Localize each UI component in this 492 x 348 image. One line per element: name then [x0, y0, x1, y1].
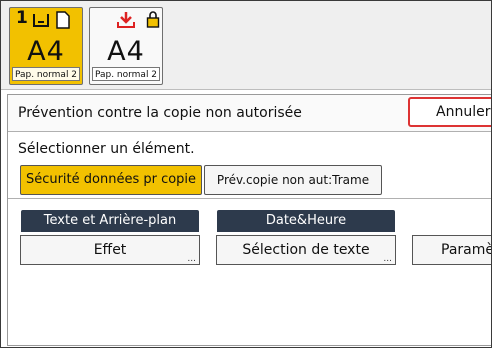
text-background-header: Texte et Arrière-plan [21, 210, 199, 232]
panel-header: Prévention contre la copie non autorisée… [8, 95, 491, 132]
settings-button[interactable]: Paramè [412, 235, 492, 265]
tray-bar: 1 A4 Pap. normal 2 A4 Pap. normal 2 [1, 1, 491, 90]
paper-sheet-icon [56, 11, 70, 29]
copier-screen: 1 A4 Pap. normal 2 A4 Pap. normal 2 Prév… [0, 0, 492, 348]
button-label: Paramè [441, 242, 492, 258]
date-time-header: Date&Heure [217, 210, 395, 232]
button-label: Sélection de texte [242, 242, 370, 258]
tray-1-button[interactable]: 1 A4 Pap. normal 2 [9, 7, 83, 85]
paper-size: A4 [27, 36, 65, 67]
effect-button[interactable]: Effet ... [20, 235, 200, 265]
download-arrow-icon [117, 12, 135, 28]
cancel-button[interactable]: Annuler [408, 97, 491, 127]
button-label: Effet [93, 242, 127, 258]
page-title: Prévention contre la copie non autorisée [18, 105, 302, 121]
pattern-prevention-button[interactable]: Prév.copie non aut:Trame [204, 165, 382, 195]
select-instruction: Sélectionner un élément. [18, 141, 195, 157]
divider [8, 198, 491, 199]
option-label: Prév.copie non aut:Trame [216, 173, 370, 187]
paper-tray-icon [33, 14, 49, 27]
function-panel: Prévention contre la copie non autorisée… [7, 94, 492, 346]
bypass-tray-button[interactable]: A4 Pap. normal 2 [89, 7, 163, 85]
more-indicator: ... [187, 254, 196, 264]
text-selection-button[interactable]: Sélection de texte ... [216, 235, 396, 265]
paper-size: A4 [107, 36, 145, 67]
paper-type: Pap. normal 2 [12, 67, 80, 81]
tray-1-icons: 1 [14, 8, 80, 32]
copy-data-security-button[interactable]: Sécurité données pr copie [20, 165, 202, 195]
more-indicator: ... [383, 254, 392, 264]
lock-icon [146, 11, 160, 28]
tray-number: 1 [16, 8, 28, 28]
option-label: Sécurité données pr copie [25, 172, 197, 187]
paper-type: Pap. normal 2 [92, 67, 160, 81]
bypass-tray-icons [94, 10, 160, 32]
